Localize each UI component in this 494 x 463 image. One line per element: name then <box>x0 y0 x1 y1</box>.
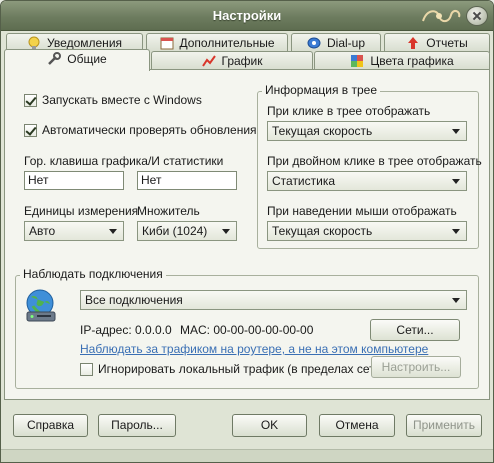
networks-button[interactable]: Сети... <box>370 319 460 341</box>
close-button[interactable] <box>466 6 488 26</box>
multiplier-value: Киби (1024) <box>142 224 208 238</box>
tab-graph[interactable]: График <box>151 51 313 71</box>
tray-hover-value: Текущая скорость <box>272 224 373 238</box>
tray-hover-label: При наведении мыши отображать <box>267 204 457 218</box>
help-button[interactable]: Справка <box>13 414 88 437</box>
tray-dblclick-label: При двойном клике в трее отображать <box>267 154 482 168</box>
tab-general-label: Общие <box>67 52 107 66</box>
tab-notifications-label: Уведомления <box>46 36 123 50</box>
autostart-check-box[interactable] <box>24 93 37 107</box>
cancel-button[interactable]: Отмена <box>319 414 395 437</box>
connections-title: Наблюдать подключения <box>20 267 166 281</box>
password-button[interactable]: Пароль... <box>98 414 176 437</box>
autostart-label: Запускать вместе с Windows <box>42 93 202 107</box>
multiplier-label: Множитель <box>137 204 200 218</box>
tab-reports-label: Отчеты <box>426 36 468 50</box>
chevron-down-icon <box>452 129 460 134</box>
tab-advanced[interactable]: Дополнительные <box>146 33 288 53</box>
ignore-local-check-box[interactable] <box>80 362 93 376</box>
autoupdate-label: Автоматически проверять обновления <box>42 123 257 137</box>
hotkey-label: Гор. клавиша графика/И статистики <box>24 154 224 168</box>
tab-reports[interactable]: Отчеты <box>384 33 490 53</box>
tray-dblclick-dropdown[interactable]: Статистика <box>267 171 467 191</box>
autoupdate-check-box[interactable] <box>24 123 37 137</box>
settings-window: Настройки Уведомления Дополнительные Dia… <box>0 0 494 463</box>
chevron-down-icon <box>222 229 230 234</box>
modem-icon <box>307 37 321 49</box>
autoupdate-checkbox[interactable]: Автоматически проверять обновления <box>24 123 257 137</box>
palette-icon <box>351 55 364 67</box>
tab-general[interactable]: Общие <box>4 49 150 71</box>
ignore-local-checkbox[interactable]: Игнорировать локальный трафик (в предела… <box>80 362 381 376</box>
router-monitor-link[interactable]: Наблюдать за трафиком на роутере, а не н… <box>80 342 428 356</box>
window-bottom-edge <box>1 449 493 462</box>
ok-button[interactable]: OK <box>232 414 307 437</box>
tray-click-dropdown[interactable]: Текущая скорость <box>267 121 467 141</box>
tray-hover-dropdown[interactable]: Текущая скорость <box>267 221 467 241</box>
ornament-icon <box>422 9 461 23</box>
lightbulb-icon <box>28 36 40 49</box>
ip-address-text: IP-адрес: 0.0.0.0 <box>80 323 172 337</box>
autostart-checkbox[interactable]: Запускать вместе с Windows <box>24 93 202 107</box>
chevron-down-icon <box>452 298 460 303</box>
tray-click-value: Текущая скорость <box>272 124 373 138</box>
tools-icon <box>48 52 62 65</box>
apply-button[interactable]: Применить <box>406 414 482 437</box>
connections-dropdown[interactable]: Все подключения <box>80 290 467 310</box>
tab-advanced-label: Дополнительные <box>179 36 275 50</box>
units-dropdown[interactable]: Авто <box>24 221 124 241</box>
calendar-icon <box>160 37 173 50</box>
tray-dblclick-value: Статистика <box>272 174 336 188</box>
ignore-local-label: Игнорировать локальный трафик (в предела… <box>98 362 382 376</box>
tab-dialup[interactable]: Dial-up <box>291 33 381 53</box>
chevron-down-icon <box>452 229 460 234</box>
tab-graph-colors-label: Цвета графика <box>370 54 454 68</box>
mac-address-text: MAC: 00-00-00-00-00-00 <box>180 323 314 337</box>
tab-graph-colors[interactable]: Цвета графика <box>314 51 490 71</box>
hotkey-stats-field[interactable]: Нет <box>137 171 237 190</box>
chevron-down-icon <box>452 179 460 184</box>
report-icon <box>408 37 419 49</box>
chevron-down-icon <box>109 229 117 234</box>
title-bar[interactable]: Настройки <box>1 1 493 31</box>
multiplier-dropdown[interactable]: Киби (1024) <box>137 221 237 241</box>
tray-info-title: Информация в трее <box>262 83 381 97</box>
connections-value: Все подключения <box>85 293 183 307</box>
units-label: Единицы измерения <box>24 204 139 218</box>
chart-icon <box>201 55 216 67</box>
units-value: Авто <box>29 224 56 238</box>
network-globe-icon <box>26 289 56 322</box>
tab-graph-label: График <box>221 54 263 68</box>
tray-click-label: При клике в трее отображать <box>267 104 431 118</box>
hotkey-graph-field[interactable]: Нет <box>24 171 124 190</box>
general-panel: Запускать вместе с Windows Автоматически… <box>4 69 490 400</box>
tab-dialup-label: Dial-up <box>326 36 365 50</box>
configure-button[interactable]: Настроить... <box>371 356 461 378</box>
